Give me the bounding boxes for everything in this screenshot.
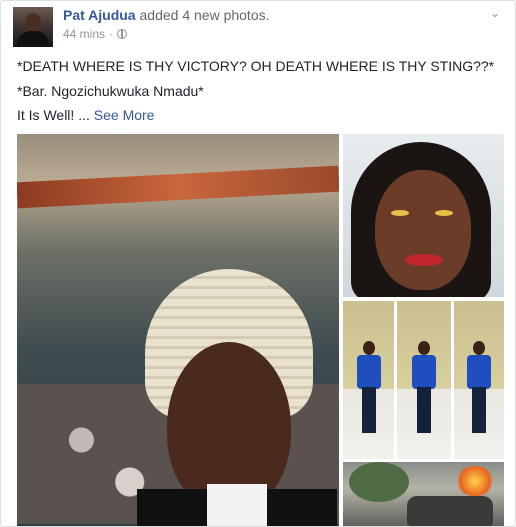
author-name[interactable]: Pat Ajudua <box>63 7 136 23</box>
post-text-line-2: *Bar. Ngozichukwuka Nmadu* <box>17 83 204 99</box>
chevron-down-icon[interactable]: ⌄ <box>487 7 503 19</box>
post-action-text: added 4 new photos. <box>139 7 270 23</box>
photo-detail <box>467 355 491 389</box>
photo-detail <box>361 387 376 433</box>
photo-portrait[interactable] <box>343 134 504 297</box>
photo-detail <box>435 210 453 216</box>
photo-detail <box>455 466 495 496</box>
photo-full-length-3[interactable] <box>454 301 504 459</box>
post-meta: 44 mins · <box>63 27 128 41</box>
photo-burning-vehicle[interactable] <box>343 462 504 526</box>
photo-detail <box>362 341 375 355</box>
post-card: Pat Ajudua added 4 new photos. 44 mins ·… <box>0 0 516 527</box>
photo-detail <box>375 170 471 290</box>
post-text-snippet: It Is Well! ... <box>17 107 90 123</box>
photo-detail <box>17 165 339 209</box>
photo-detail <box>417 387 431 433</box>
photo-detail <box>207 484 267 526</box>
photo-full-length-1[interactable] <box>343 301 394 459</box>
photo-detail <box>349 462 409 502</box>
meta-separator: · <box>109 27 114 41</box>
globe-icon[interactable] <box>117 29 128 39</box>
avatar-face <box>25 13 41 33</box>
photo-detail <box>412 355 436 389</box>
post-timestamp[interactable]: 44 mins <box>63 27 105 41</box>
see-more-link[interactable]: See More <box>94 107 155 123</box>
photo-detail <box>405 254 443 266</box>
photo-detail <box>391 210 409 216</box>
avatar-shoulders <box>17 31 49 47</box>
photo-detail <box>407 496 493 526</box>
avatar[interactable] <box>13 7 53 47</box>
photo-detail <box>356 355 381 389</box>
photo-detail <box>473 341 485 355</box>
post-text-line-1: *DEATH WHERE IS THY VICTORY? OH DEATH WH… <box>17 58 495 74</box>
photo-lawyer-wig[interactable] <box>17 134 339 526</box>
post-header: Pat Ajudua added 4 new photos. <box>63 6 270 24</box>
photo-full-length-2[interactable] <box>397 301 451 459</box>
photo-detail <box>472 387 486 433</box>
photo-detail <box>418 341 430 355</box>
post-text-line-3: It Is Well! ... See More <box>17 106 154 124</box>
